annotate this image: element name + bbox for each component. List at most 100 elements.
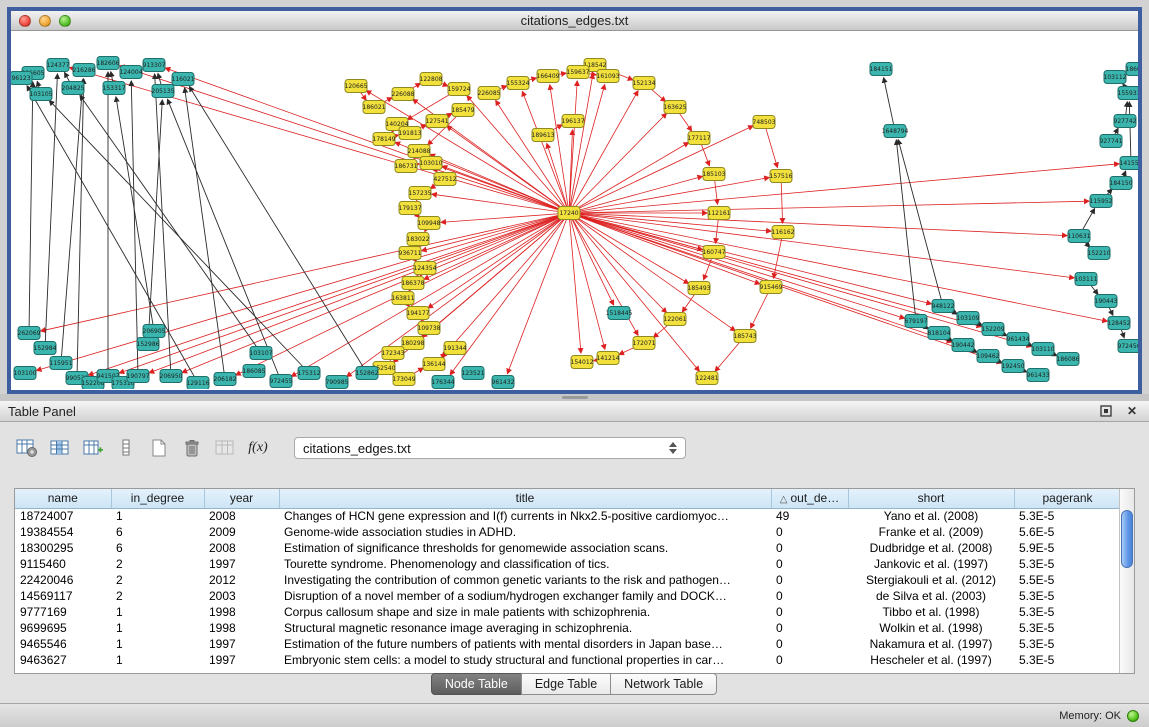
table-row[interactable]: 1830029562008Estimation of significance … bbox=[15, 540, 1121, 556]
svg-text:172343: 172343 bbox=[382, 350, 405, 357]
svg-text:972456: 972456 bbox=[1118, 343, 1138, 350]
svg-text:1518445: 1518445 bbox=[606, 310, 633, 317]
table-panel: Table Panel ✕ bbox=[0, 401, 1149, 703]
table-cell: 6 bbox=[111, 524, 204, 540]
svg-text:141214: 141214 bbox=[597, 355, 620, 362]
status-bar: Memory: OK bbox=[0, 703, 1149, 727]
tab-edge-table[interactable]: Edge Table bbox=[521, 673, 611, 695]
svg-text:972455: 972455 bbox=[270, 378, 293, 385]
table-cell: 1 bbox=[111, 604, 204, 620]
show-columns-icon[interactable] bbox=[47, 436, 73, 460]
close-panel-icon[interactable]: ✕ bbox=[1123, 403, 1141, 419]
column-header-out_degree[interactable]: △out_de… bbox=[771, 489, 848, 508]
svg-text:185493: 185493 bbox=[688, 285, 711, 292]
table-row[interactable]: 1938455462009Genome-wide association stu… bbox=[15, 524, 1121, 540]
svg-text:109738: 109738 bbox=[418, 325, 441, 332]
table-mode-icon[interactable] bbox=[14, 436, 40, 460]
column-label: out_de… bbox=[791, 491, 840, 505]
window-minimize-button[interactable] bbox=[39, 15, 51, 27]
svg-text:190443: 190443 bbox=[1095, 298, 1118, 305]
svg-text:109462: 109462 bbox=[977, 353, 1000, 360]
window-close-button[interactable] bbox=[19, 15, 31, 27]
column-header-in_degree[interactable]: in_degree bbox=[111, 489, 204, 508]
svg-text:206950: 206950 bbox=[160, 373, 183, 380]
column-header-short[interactable]: short bbox=[848, 489, 1014, 508]
svg-text:185103: 185103 bbox=[703, 171, 726, 178]
panel-splitter[interactable] bbox=[0, 394, 1149, 401]
table-cell: 9699695 bbox=[15, 620, 111, 636]
table-row[interactable]: 911546021997Tourette syndrome. Phenomeno… bbox=[15, 556, 1121, 572]
svg-text:226088: 226088 bbox=[392, 91, 415, 98]
svg-text:177117: 177117 bbox=[688, 135, 711, 142]
svg-text:110631: 110631 bbox=[1068, 233, 1091, 240]
table-row[interactable]: 946554611997Estimation of the future num… bbox=[15, 636, 1121, 652]
table-cell: Wolkin et al. (1998) bbox=[848, 620, 1014, 636]
svg-text:178149: 178149 bbox=[373, 136, 396, 143]
table-cell: Nakamura et al. (1997) bbox=[848, 636, 1014, 652]
svg-text:122481: 122481 bbox=[696, 375, 719, 382]
new-column-icon[interactable] bbox=[80, 436, 106, 460]
column-header-title[interactable]: title bbox=[279, 489, 771, 508]
svg-text:172071: 172071 bbox=[633, 340, 656, 347]
table-cell: 2008 bbox=[204, 508, 279, 524]
table-cell: Franke et al. (2009) bbox=[848, 524, 1014, 540]
svg-text:186378: 186378 bbox=[402, 280, 425, 287]
tab-node-table[interactable]: Node Table bbox=[431, 673, 522, 695]
svg-text:196137: 196137 bbox=[562, 118, 585, 125]
network-canvas[interactable]: 1724011854215213416362517711718510311216… bbox=[11, 31, 1138, 389]
table-row[interactable]: 2242004622012Investigating the contribut… bbox=[15, 572, 1121, 588]
table-cell: 2 bbox=[111, 556, 204, 572]
window-zoom-button[interactable] bbox=[59, 15, 71, 27]
import-table-icon[interactable] bbox=[212, 436, 238, 460]
table-row[interactable]: 1456911722003Disruption of a novel membe… bbox=[15, 588, 1121, 604]
table-cell: 6 bbox=[111, 540, 204, 556]
svg-text:214088: 214088 bbox=[408, 148, 431, 155]
table-cell: 9463627 bbox=[15, 652, 111, 668]
table-cell: 0 bbox=[771, 636, 848, 652]
column-header-year[interactable]: year bbox=[204, 489, 279, 508]
delete-table-icon[interactable] bbox=[179, 436, 205, 460]
table-cell: 1 bbox=[111, 636, 204, 652]
float-panel-icon[interactable] bbox=[1097, 403, 1115, 419]
table-selector-dropdown[interactable]: citations_edges.txt bbox=[294, 437, 686, 459]
table-row[interactable]: 1872400712008Changes of HCN gene express… bbox=[15, 508, 1121, 524]
table-cell: Tibbo et al. (1998) bbox=[848, 604, 1014, 620]
svg-text:163625: 163625 bbox=[664, 104, 687, 111]
tab-network-table[interactable]: Network Table bbox=[610, 673, 717, 695]
table-vertical-scrollbar[interactable] bbox=[1119, 489, 1134, 673]
scrollbar-thumb[interactable] bbox=[1121, 510, 1133, 568]
table-cell: Jankovic et al. (1997) bbox=[848, 556, 1014, 572]
svg-text:127541: 127541 bbox=[426, 118, 449, 125]
column-label: pagerank bbox=[1042, 491, 1092, 505]
table-cell: 5.9E-5 bbox=[1014, 540, 1121, 556]
column-header-pagerank[interactable]: pagerank bbox=[1014, 489, 1121, 508]
new-table-icon[interactable] bbox=[146, 436, 172, 460]
application-screen: citations_edges.txt 17240118542152134163… bbox=[0, 0, 1149, 727]
svg-text:152986: 152986 bbox=[137, 341, 160, 348]
svg-text:186021: 186021 bbox=[363, 104, 386, 111]
delete-column-icon[interactable] bbox=[113, 436, 139, 460]
table-cell: 5.3E-5 bbox=[1014, 620, 1121, 636]
svg-text:179137: 179137 bbox=[399, 205, 422, 212]
table-row[interactable]: 977716911998Corpus callosum shape and si… bbox=[15, 604, 1121, 620]
column-header-name[interactable]: name bbox=[15, 489, 111, 508]
table-header-row: namein_degreeyeartitle△out_de…short pager… bbox=[15, 489, 1121, 508]
table-cell: 2008 bbox=[204, 540, 279, 556]
svg-text:190442: 190442 bbox=[952, 342, 975, 349]
table-row[interactable]: 969969511998Structural magnetic resonanc… bbox=[15, 620, 1121, 636]
svg-text:790985: 790985 bbox=[326, 379, 349, 386]
table-cell: 19384554 bbox=[15, 524, 111, 540]
table-cell: 1998 bbox=[204, 620, 279, 636]
svg-text:103110: 103110 bbox=[1032, 346, 1055, 353]
network-window-titlebar[interactable]: citations_edges.txt bbox=[11, 11, 1138, 31]
svg-text:141558: 141558 bbox=[1120, 160, 1138, 167]
svg-text:160747: 160747 bbox=[703, 249, 726, 256]
svg-text:152984: 152984 bbox=[34, 345, 57, 352]
function-builder-icon[interactable]: f(x) bbox=[245, 436, 271, 460]
table-cell: 2009 bbox=[204, 524, 279, 540]
svg-text:103109: 103109 bbox=[957, 315, 980, 322]
svg-text:157235: 157235 bbox=[409, 190, 432, 197]
table-cell: 0 bbox=[771, 572, 848, 588]
svg-text:185743: 185743 bbox=[734, 333, 757, 340]
table-row[interactable]: 946362711997Embryonic stem cells: a mode… bbox=[15, 652, 1121, 668]
